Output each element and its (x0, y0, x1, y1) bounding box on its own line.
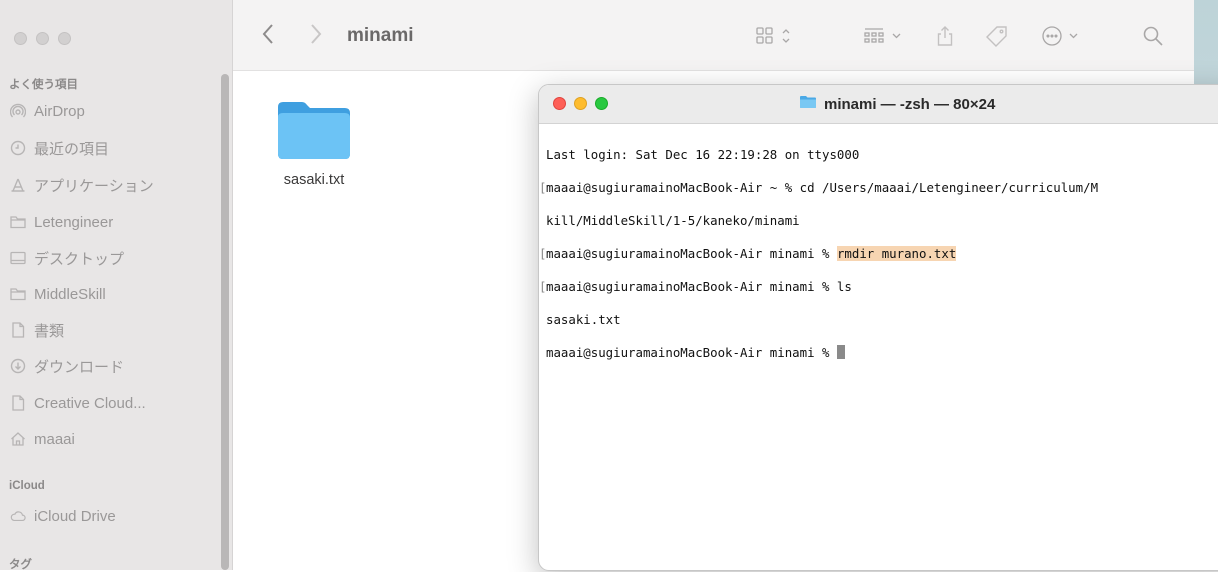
sidebar-item-label: Letengineer (34, 213, 114, 231)
download-icon (10, 358, 26, 374)
sidebar-item-letengineer[interactable]: Letengineer (10, 210, 113, 234)
sidebar-item-home[interactable]: maaai (10, 427, 75, 451)
terminal-cursor (836, 344, 845, 359)
forward-button[interactable] (309, 22, 323, 53)
sidebar-scrollbar[interactable] (221, 74, 229, 570)
terminal-prompt-line[interactable]: maaai@sugiuramainoMacBook-Air minami % (546, 344, 1218, 362)
file-item[interactable]: sasaki.txt (269, 99, 359, 188)
search-icon[interactable] (1142, 26, 1164, 46)
sidebar-item-label: Creative Cloud... (34, 394, 146, 412)
sidebar-header-favorites: よく使う項目 (9, 79, 78, 91)
file-name: sasaki.txt (283, 172, 345, 188)
zoom-button[interactable] (58, 32, 71, 45)
sidebar-item-label: AirDrop (34, 102, 85, 120)
folder-icon (10, 286, 26, 302)
desktop-icon (10, 250, 26, 266)
terminal-line: [maaai@sugiuramainoMacBook-Air minami % … (539, 278, 852, 294)
sidebar-item-airdrop[interactable]: AirDrop (10, 99, 85, 123)
finder-window-controls (14, 32, 71, 45)
terminal-titlebar[interactable]: minami — -zsh — 80×24 (539, 85, 1218, 124)
sidebar-item-applications[interactable]: アプリケーション (10, 173, 154, 197)
terminal-window[interactable]: minami — -zsh — 80×24 Last login: Sat De… (538, 84, 1218, 571)
terminal-line: Last login: Sat Dec 16 22:19:28 on ttys0… (546, 146, 860, 162)
close-button[interactable] (553, 97, 566, 110)
zoom-button[interactable] (595, 97, 608, 110)
folder-icon (10, 214, 26, 230)
terminal-title: minami — -zsh — 80×24 (799, 95, 995, 113)
sidebar-item-downloads[interactable]: ダウンロード (10, 354, 124, 378)
highlighted-command: rmdir murano.txt (836, 245, 957, 261)
sidebar-item-recents[interactable]: 最近の項目 (10, 136, 109, 160)
document-icon (10, 395, 26, 411)
view-toggle-button[interactable] (755, 26, 797, 46)
more-actions-button[interactable] (1041, 26, 1085, 46)
terminal-line: [maaai@sugiuramainoMacBook-Air minami % … (539, 245, 957, 261)
back-button[interactable] (261, 22, 275, 53)
folder-icon (274, 102, 354, 165)
sidebar-item-middleskill[interactable]: MiddleSkill (10, 282, 106, 306)
sidebar-item-documents[interactable]: 書類 (10, 318, 64, 342)
cloud-icon (10, 508, 26, 524)
airdrop-icon (10, 103, 26, 119)
line-bracket-mark: [ (539, 245, 547, 261)
applications-icon (10, 177, 26, 193)
close-button[interactable] (14, 32, 27, 45)
terminal-line: [maaai@sugiuramainoMacBook-Air ~ % cd /U… (539, 179, 1099, 195)
tag-icon[interactable] (985, 26, 1009, 47)
finder-sidebar: よく使う項目 AirDrop 最近の項目 アプリケーション Letenginee… (0, 0, 233, 571)
sidebar-item-label: アプリケーション (34, 177, 154, 195)
minimize-button[interactable] (36, 32, 49, 45)
group-button[interactable] (863, 26, 907, 46)
folder-icon (799, 95, 817, 113)
minimize-button[interactable] (574, 97, 587, 110)
finder-toolbar: minami (233, 0, 1218, 71)
line-bracket-mark: [ (539, 278, 547, 294)
terminal-line: kill/MiddleSkill/1-5/kaneko/minami (546, 212, 800, 228)
sidebar-item-label: iCloud Drive (34, 507, 116, 525)
sidebar-item-icloud-drive[interactable]: iCloud Drive (10, 504, 116, 528)
sidebar-item-desktop[interactable]: デスクトップ (10, 246, 124, 270)
sidebar-item-label: デスクトップ (34, 250, 125, 268)
terminal-line: sasaki.txt (546, 311, 621, 327)
terminal-title-text: minami — -zsh — 80×24 (824, 95, 996, 113)
document-icon (10, 322, 26, 338)
sidebar-header-icloud: iCloud (9, 480, 45, 492)
clock-icon (10, 140, 26, 156)
line-bracket-mark: [ (539, 179, 547, 195)
home-icon (10, 431, 26, 447)
page-title: minami (347, 25, 414, 46)
sidebar-item-label: maaai (34, 430, 75, 448)
share-icon[interactable] (936, 26, 954, 46)
sidebar-item-label: MiddleSkill (34, 285, 106, 303)
terminal-window-controls (553, 97, 608, 110)
terminal-output[interactable]: Last login: Sat Dec 16 22:19:28 on ttys0… (539, 124, 1218, 394)
sidebar-item-label: 書類 (34, 322, 65, 340)
sidebar-item-label: ダウンロード (34, 358, 125, 376)
sidebar-item-creative-cloud[interactable]: Creative Cloud... (10, 391, 146, 415)
sidebar-item-label: 最近の項目 (34, 140, 110, 158)
